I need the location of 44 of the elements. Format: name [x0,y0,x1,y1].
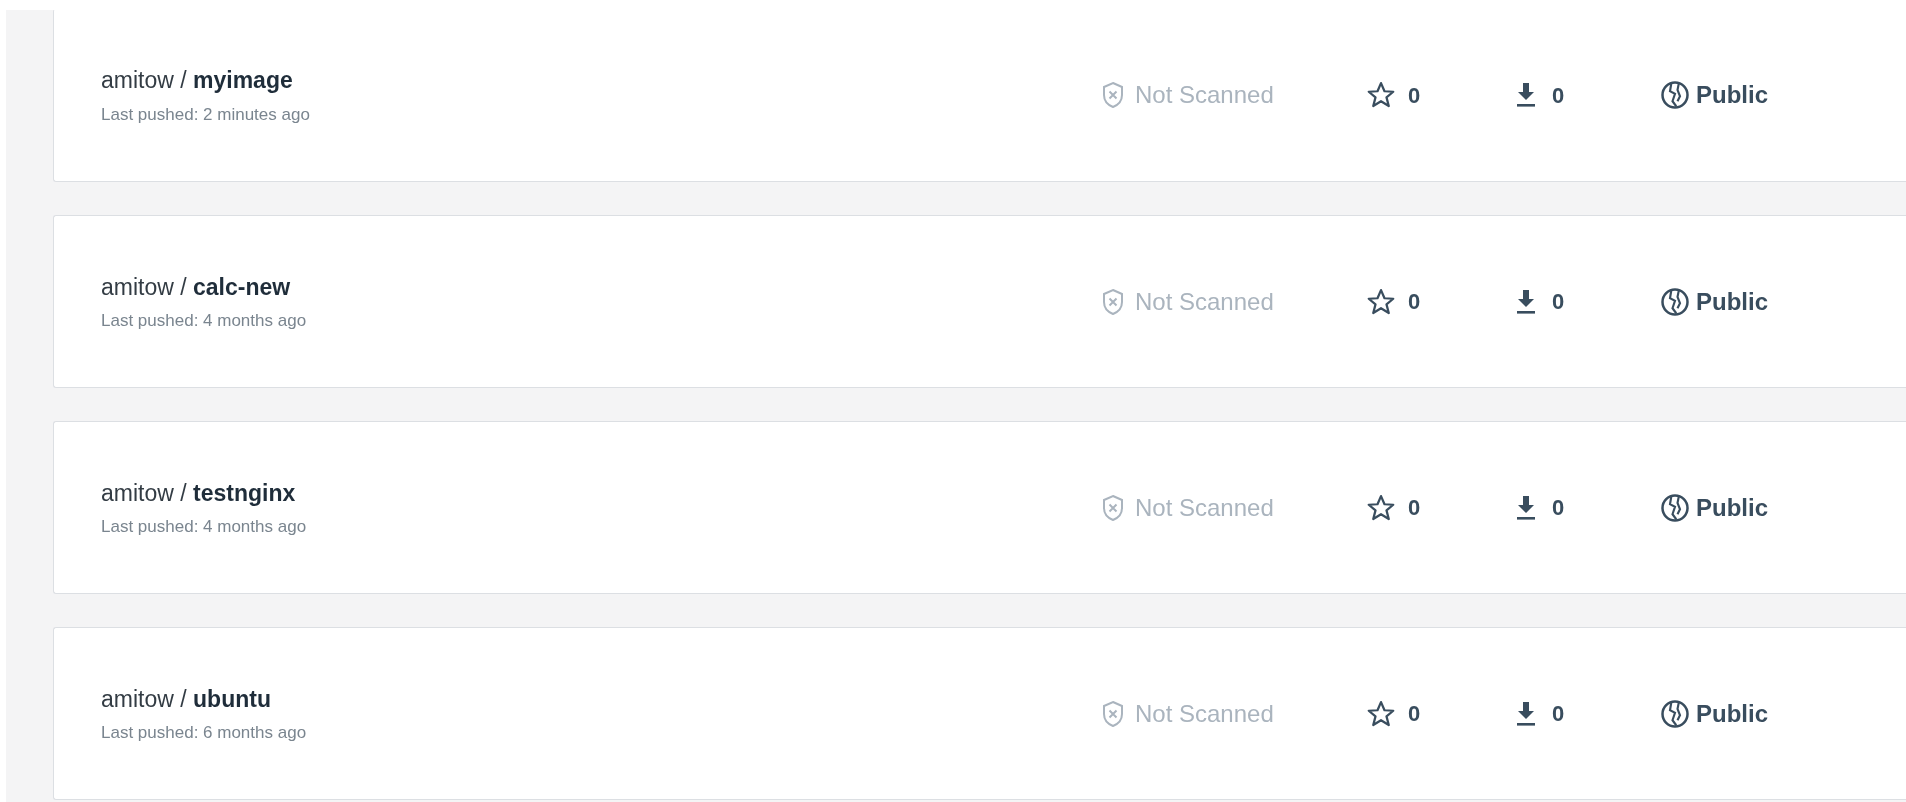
shield-x-icon [1101,493,1125,522]
globe-icon [1660,698,1690,729]
repository-card[interactable]: amitow / calc-new Last pushed: 4 months ago Not Scanned 0 0 Public [53,215,1906,388]
scan-status: Not Scanned [1135,80,1274,110]
visibility-label: Public [1696,286,1768,317]
download-icon [1514,699,1538,728]
star-icon [1366,492,1396,523]
last-pushed-text: Last pushed: 4 months ago [101,516,308,538]
last-pushed-text: Last pushed: 2 minutes ago [101,103,311,126]
repository-title[interactable]: amitow / testnginx [101,475,1101,510]
shield-x-icon [1101,81,1125,109]
shield-x-icon [1101,699,1125,728]
visibility-label: Public [1696,80,1768,110]
download-icon [1514,287,1538,316]
star-icon [1366,698,1396,729]
download-icon [1514,81,1538,109]
download-icon [1514,493,1538,522]
visibility-label: Public [1696,698,1768,729]
last-pushed-text: Last pushed: 4 months ago [101,310,308,332]
pull-count: 0 [1552,288,1565,316]
star-icon [1366,286,1396,317]
pull-count: 0 [1552,494,1565,522]
star-icon [1366,80,1396,110]
scan-status: Not Scanned [1135,492,1274,523]
star-count: 0 [1408,81,1421,110]
repository-title[interactable]: amitow / calc-new [101,269,1101,304]
repository-card[interactable]: amitow / testnginx Last pushed: 4 months ago Not Scanned 0 0 Public [53,421,1906,594]
star-count: 0 [1408,494,1421,522]
repository-card[interactable]: amitow / ubuntu Last pushed: 6 months ago Not Scanned 0 0 Public [53,627,1906,800]
repository-title[interactable]: amitow / ubuntu [101,681,1101,716]
last-pushed-text: Last pushed: 6 months ago [101,722,308,744]
scan-status: Not Scanned [1135,286,1274,317]
repository-card[interactable]: amitow / myimage Last pushed: 2 minutes ago Not Scanned 0 0 Public [53,10,1906,182]
scan-status: Not Scanned [1135,698,1274,729]
globe-icon [1660,80,1690,110]
star-count: 0 [1408,700,1421,728]
visibility-label: Public [1696,492,1768,523]
shield-x-icon [1101,287,1125,316]
pull-count: 0 [1552,81,1565,110]
repository-title[interactable]: amitow / myimage [101,63,1101,98]
star-count: 0 [1408,288,1421,316]
globe-icon [1660,286,1690,317]
pull-count: 0 [1552,700,1565,728]
globe-icon [1660,492,1690,523]
